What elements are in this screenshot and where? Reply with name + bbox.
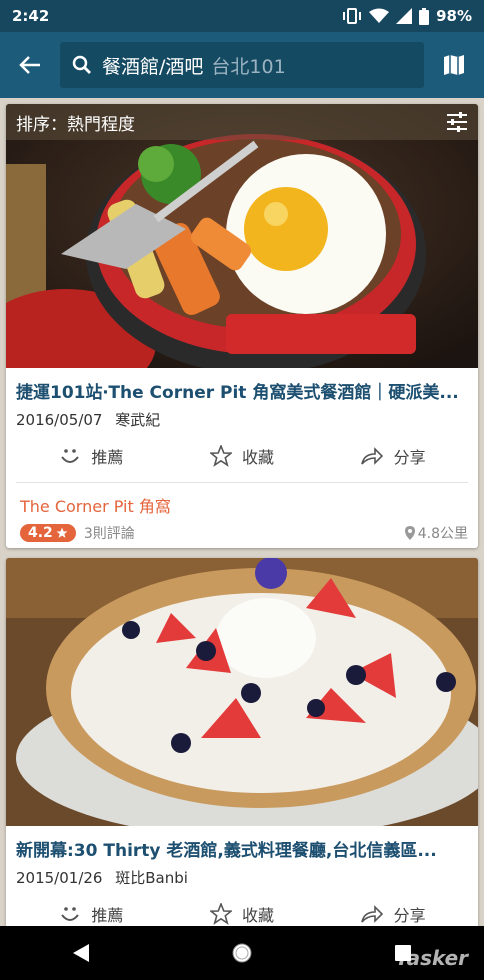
triangle-back-icon bbox=[72, 944, 89, 962]
signal-icon bbox=[396, 8, 413, 24]
nav-home-button[interactable] bbox=[212, 926, 272, 980]
smile-icon bbox=[61, 449, 80, 463]
location-pin-icon bbox=[404, 526, 415, 540]
recommend-button[interactable]: 推薦 bbox=[16, 444, 167, 468]
search-input[interactable]: 餐酒館/酒吧 台北101 bbox=[60, 42, 424, 88]
food-photo-image bbox=[6, 104, 478, 368]
distance-value: 4.8公里 bbox=[417, 526, 468, 542]
arrow-left-icon bbox=[19, 56, 40, 74]
article-title[interactable]: 捷運101站‧The Corner Pit 角窩美式餐酒館｜硬派美... bbox=[6, 368, 478, 403]
article-meta: 2016/05/07 寒武紀 bbox=[6, 403, 478, 430]
distance: 4.8公里 bbox=[404, 523, 468, 543]
place-name[interactable]: The Corner Pit 角窩 bbox=[20, 493, 468, 517]
sort-label: 排序：熱門程度 bbox=[16, 114, 135, 135]
article-actions: 推薦 收藏 分享 bbox=[6, 888, 478, 926]
rating-badge: 4.2 bbox=[20, 524, 76, 542]
place-info[interactable]: The Corner Pit 角窩 4.2 3則評論 4.8公里 bbox=[6, 483, 478, 543]
sort-bar[interactable]: 排序：熱門程度 bbox=[6, 104, 478, 140]
article-author[interactable]: 斑比Banbi bbox=[115, 869, 188, 887]
star-icon bbox=[210, 445, 232, 467]
battery-percent: 98% bbox=[436, 7, 472, 25]
save-label: 收藏 bbox=[242, 906, 275, 925]
map-icon bbox=[444, 55, 464, 75]
smile-icon bbox=[61, 907, 80, 921]
save-button[interactable]: 收藏 bbox=[167, 444, 318, 468]
save-button[interactable]: 收藏 bbox=[167, 902, 318, 926]
share-button[interactable]: 分享 bbox=[317, 902, 468, 926]
article-card[interactable]: 新開幕:30 Thirty 老酒館,義式料理餐廳,台北信義區... 2015/0… bbox=[6, 558, 478, 926]
vibrate-icon bbox=[343, 8, 362, 24]
recommend-label: 推薦 bbox=[91, 906, 124, 925]
review-count: 3則評論 bbox=[83, 526, 135, 542]
article-date: 2016/05/07 bbox=[16, 411, 103, 429]
status-time: 2:42 bbox=[12, 7, 50, 25]
circle-home-icon bbox=[232, 943, 252, 963]
wifi-icon bbox=[369, 8, 390, 23]
star-icon bbox=[210, 903, 232, 925]
article-meta: 2015/01/26 斑比Banbi bbox=[6, 861, 478, 888]
recommend-label: 推薦 bbox=[91, 448, 124, 467]
article-feed[interactable]: 排序：熱門程度 捷運101站‧The Corner Pit 角窩美式餐酒館｜硬派… bbox=[0, 98, 484, 926]
back-button[interactable] bbox=[0, 32, 60, 98]
recommend-button[interactable]: 推薦 bbox=[16, 902, 167, 926]
share-label: 分享 bbox=[393, 906, 426, 925]
share-button[interactable]: 分享 bbox=[317, 444, 468, 468]
app-bar: 餐酒館/酒吧 台北101 bbox=[0, 32, 484, 98]
share-icon bbox=[360, 905, 383, 923]
status-bar: 2:42 98% bbox=[0, 0, 484, 32]
search-query: 餐酒館/酒吧 bbox=[102, 55, 204, 78]
status-icons: 98% bbox=[342, 7, 472, 25]
place-stats: 4.2 3則評論 4.8公里 bbox=[20, 523, 468, 543]
article-date: 2015/01/26 bbox=[16, 869, 103, 887]
article-photo[interactable]: 排序：熱門程度 bbox=[6, 104, 478, 368]
search-icon bbox=[72, 55, 91, 74]
system-nav-bar: Tasker bbox=[0, 926, 484, 980]
article-card[interactable]: 排序：熱門程度 捷運101站‧The Corner Pit 角窩美式餐酒館｜硬派… bbox=[6, 104, 478, 548]
share-label: 分享 bbox=[393, 448, 426, 467]
battery-icon bbox=[419, 7, 430, 25]
nav-back-button[interactable] bbox=[51, 926, 111, 980]
map-button[interactable] bbox=[424, 32, 484, 98]
food-photo-image bbox=[6, 558, 478, 826]
article-photo[interactable] bbox=[6, 558, 478, 826]
rating-star-icon bbox=[56, 527, 68, 538]
article-author[interactable]: 寒武紀 bbox=[115, 411, 160, 429]
save-label: 收藏 bbox=[242, 448, 275, 467]
article-actions: 推薦 收藏 分享 bbox=[6, 430, 478, 482]
article-title[interactable]: 新開幕:30 Thirty 老酒館,義式料理餐廳,台北信義區... bbox=[6, 826, 478, 861]
search-location: 台北101 bbox=[211, 55, 286, 78]
tune-icon[interactable] bbox=[446, 112, 468, 132]
rating-value: 4.2 bbox=[28, 525, 53, 541]
watermark: Tasker bbox=[395, 946, 468, 970]
share-icon bbox=[360, 447, 383, 465]
